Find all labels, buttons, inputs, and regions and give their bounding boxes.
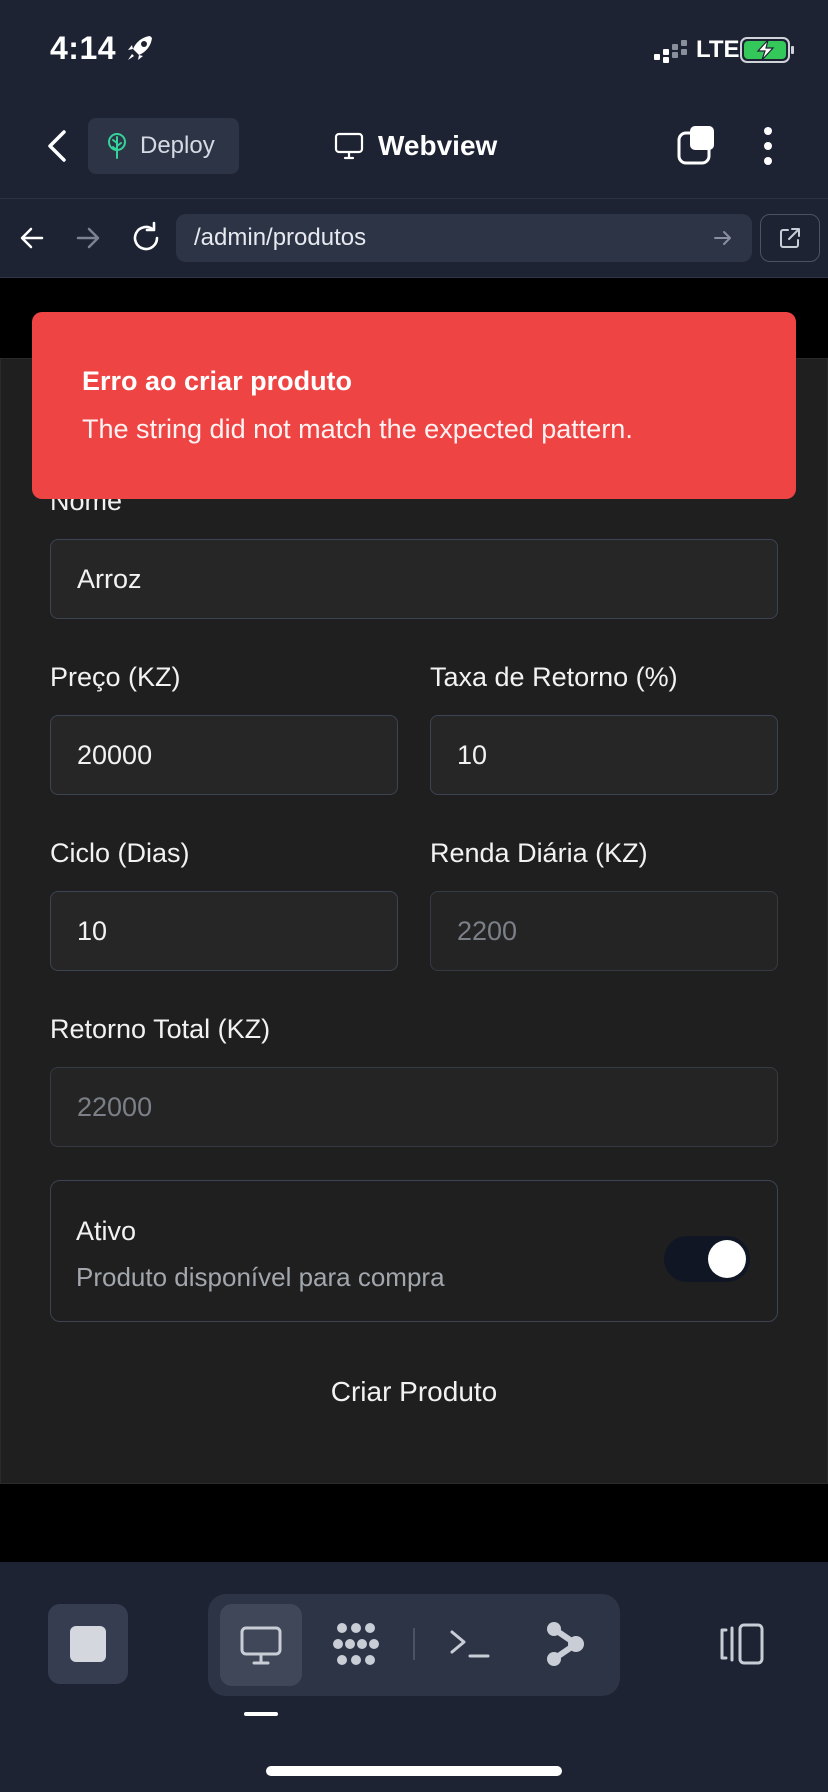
ciclo-input[interactable]: 10 — [50, 891, 398, 971]
branch-icon[interactable] — [542, 1620, 590, 1668]
deploy-button[interactable]: Deploy — [88, 118, 239, 174]
home-indicator[interactable] — [266, 1766, 562, 1776]
tree-icon — [108, 133, 126, 159]
tabs-icon[interactable] — [676, 124, 718, 166]
error-toast-title: Erro ao criar produto — [82, 366, 353, 396]
ativo-description: Produto disponível para compra — [76, 1262, 445, 1292]
ativo-switch-knob — [708, 1240, 746, 1278]
nome-input[interactable]: Arroz — [50, 539, 778, 619]
preco-label: Preço (KZ) — [50, 662, 181, 692]
ativo-title: Ativo — [76, 1216, 137, 1246]
url-input[interactable]: /admin/produtos — [176, 214, 752, 262]
chevron-left-icon[interactable] — [40, 126, 74, 166]
preco-input[interactable]: 20000 — [50, 715, 398, 795]
url-text: /admin/produtos — [194, 224, 367, 251]
monitor-icon — [240, 1626, 282, 1665]
status-time: 4:14 — [50, 30, 117, 66]
reload-icon[interactable] — [128, 220, 164, 256]
retorno-input: 22000 — [50, 1067, 778, 1147]
battery-charging-icon — [740, 37, 794, 63]
retorno-label: Retorno Total (KZ) — [50, 1014, 271, 1044]
error-toast[interactable] — [32, 312, 796, 499]
network-type: LTE — [696, 36, 740, 63]
page-title-text: Webview — [378, 130, 498, 161]
rocket-icon — [128, 36, 152, 60]
taxa-input[interactable]: 10 — [430, 715, 778, 795]
external-link-icon — [780, 228, 800, 248]
arrow-right-icon[interactable] — [72, 222, 104, 254]
page-title: Webview — [334, 126, 497, 166]
taxa-label: Taxa de Retorno (%) — [430, 662, 678, 692]
monitor-icon — [334, 132, 364, 160]
renda-label: Renda Diária (KZ) — [430, 838, 648, 868]
ciclo-label: Ciclo (Dias) — [50, 838, 190, 868]
open-external-button[interactable] — [760, 214, 820, 262]
stop-icon — [70, 1626, 106, 1662]
deploy-label: Deploy — [140, 132, 215, 159]
dots-grid-icon[interactable] — [332, 1620, 380, 1668]
signal-icon — [654, 40, 687, 63]
active-tab-indicator — [244, 1712, 278, 1716]
more-vertical-icon[interactable] — [754, 124, 782, 168]
arrow-left-icon[interactable] — [16, 222, 48, 254]
create-product-button[interactable]: Criar Produto — [310, 1376, 518, 1416]
error-toast-message: The string did not match the expected pa… — [82, 414, 633, 444]
view-switcher-divider — [413, 1628, 415, 1660]
go-arrow-icon[interactable] — [712, 227, 734, 249]
terminal-icon[interactable] — [446, 1620, 494, 1668]
renda-input: 2200 — [430, 891, 778, 971]
panel-toggle-icon[interactable] — [716, 1620, 766, 1668]
stop-button[interactable] — [48, 1604, 128, 1684]
